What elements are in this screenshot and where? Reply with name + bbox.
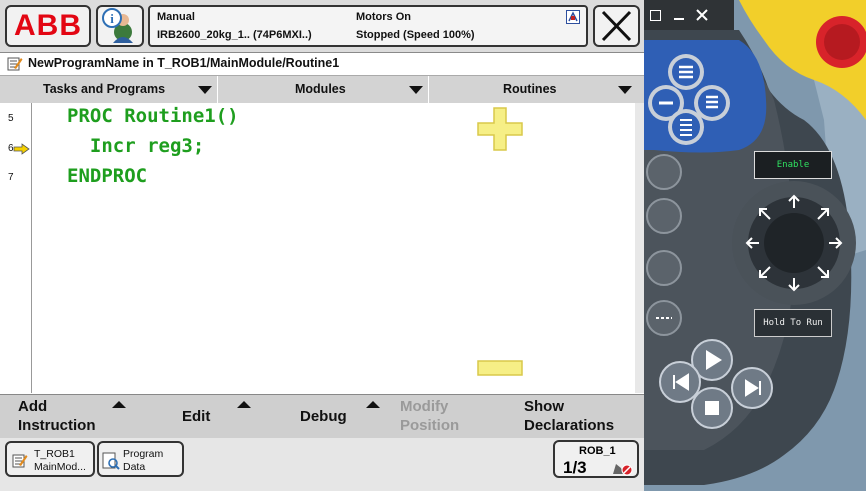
stop-button[interactable] [692,388,732,428]
joystick[interactable] [732,181,856,305]
mechanical-unit-label: ROB_1 [579,445,616,457]
line-number: 5 [8,113,14,124]
show-declarations-button[interactable]: Show Declarations [510,395,644,438]
zoom-in-icon[interactable] [477,107,523,151]
step-backward-button[interactable] [660,362,700,402]
event-log-button[interactable]: i [96,5,144,47]
bottom-menu: Add Instruction Edit Debug Modify Positi… [0,394,644,439]
code-editor[interactable]: 5 6 7 PROC Routine1() Incr reg3; ENDPROC [0,103,644,393]
task-count: 1/3 [563,458,587,477]
taskbar-item-program-editor[interactable]: T_ROB1 MainMod... [5,441,95,477]
program-data-icon [102,452,120,470]
taskbar-item-label-2: MainMod... [34,461,86,473]
debug-label: Debug [300,408,347,425]
close-button[interactable] [593,5,640,47]
editor-header: Tasks and Programs Modules Routines [0,75,644,104]
chevron-down-icon [618,86,632,94]
tab-modules-label: Modules [295,82,346,96]
window-close-icon[interactable] [696,9,708,21]
minimize-icon[interactable] [674,18,684,20]
user-info-icon: i [102,8,133,43]
code-line[interactable]: Incr reg3; [67,135,204,157]
program-editor-icon [12,454,28,468]
robot-system-name: IRB2600_20kg_1.. (74P6MXI..) [157,29,312,41]
modify-position-button[interactable]: Modify Position [384,395,510,438]
hold-to-run-label: Hold To Run [763,318,823,328]
add-instruction-label-1: Add [18,398,48,415]
program-path-bar: NewProgramName in T_ROB1/MainModule/Rout… [0,53,644,74]
add-instruction-label-2: Instruction [18,417,96,434]
pendant-key-1[interactable] [668,54,704,90]
tab-tasks-and-programs[interactable]: Tasks and Programs [0,76,218,103]
modify-position-label-2: Position [400,417,460,434]
edit-button[interactable]: Edit [136,395,260,438]
step-forward-button[interactable] [732,368,772,408]
taskbar-item-label-1: T_ROB1 [34,448,75,460]
toggle-increment-button[interactable] [647,251,681,285]
operating-mode: Manual [157,11,195,23]
taskbar-item-label-2: Data [123,461,146,473]
program-editor-icon [7,57,23,71]
taskbar-item-label-1: Program [123,448,164,460]
code-line[interactable]: PROC Routine1() [67,105,239,127]
add-instruction-button[interactable]: Add Instruction [0,395,136,438]
increment-off-button[interactable] [647,301,681,335]
abb-menu-button[interactable]: ABB [5,5,91,47]
flexpendant-screen: ABB i Manual IRB2600_20kg_1.. (74P6MXI..… [0,0,644,491]
chevron-down-icon [198,86,212,94]
abb-logo: ABB [14,9,82,42]
scrollbar[interactable] [635,103,644,393]
speed-status-icon [566,10,580,24]
tab-modules[interactable]: Modules [218,76,429,103]
modify-position-label-1: Modify [400,398,449,415]
enable-label: Enable [776,160,810,170]
select-mechanical-unit-button[interactable] [647,155,681,189]
chevron-up-icon [237,401,251,408]
debug-button[interactable]: Debug [260,395,384,438]
chevron-down-icon [409,86,423,94]
top-bar: ABB i Manual IRB2600_20kg_1.. (74P6MXI..… [0,0,644,53]
virtual-flexpendant: Enable Hold To Run [644,0,866,491]
emergency-stop-button[interactable] [818,18,866,66]
motors-state: Motors On [356,11,411,23]
robot-jog-icon [613,464,633,476]
chevron-up-icon [112,401,126,408]
chevron-up-icon [366,401,380,408]
tab-routines[interactable]: Routines [429,76,644,103]
code-line[interactable]: ENDPROC [67,165,147,187]
taskbar-item-program-data[interactable]: Program Data [97,441,184,477]
maximize-icon[interactable] [650,10,661,21]
edit-label: Edit [182,408,211,425]
quickset-button[interactable]: ROB_1 1/3 [553,440,639,478]
program-pointer-icon [13,143,30,155]
tab-routines-label: Routines [503,82,557,96]
toggle-motion-mode-button[interactable] [647,199,681,233]
enable-button[interactable]: Enable [754,151,832,179]
show-declarations-label-2: Declarations [524,417,615,434]
close-icon [601,10,632,42]
line-number: 7 [8,172,14,183]
pendant-key-4[interactable] [668,109,704,145]
execution-state: Stopped (Speed 100%) [356,29,475,41]
tab-tasks-label: Tasks and Programs [43,82,166,96]
status-bar[interactable]: Manual IRB2600_20kg_1.. (74P6MXI..) Moto… [148,5,588,47]
program-path: NewProgramName in T_ROB1/MainModule/Rout… [28,56,340,70]
show-declarations-label-1: Show [524,398,564,415]
hold-to-run-button[interactable]: Hold To Run [754,309,832,337]
zoom-out-icon[interactable] [477,358,523,378]
svg-text:i: i [110,11,114,26]
taskbar: T_ROB1 MainMod... Program Data ROB_1 1/3 [0,438,644,491]
line-gutter [31,103,32,393]
